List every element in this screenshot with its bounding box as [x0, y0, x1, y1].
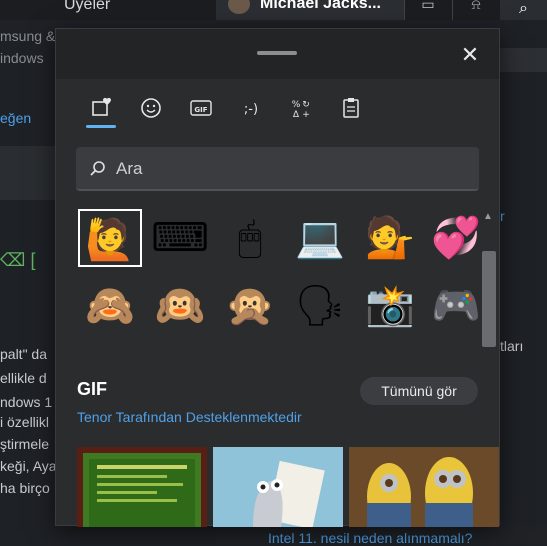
divider [404, 0, 405, 20]
side-link[interactable]: eğen [0, 110, 31, 126]
side-text: indows [0, 50, 44, 66]
svg-text:↻: ↻ [302, 100, 310, 110]
drag-handle[interactable] [257, 51, 297, 55]
emoji-panel: ✕ GIF ;-) % ↻ Δ + Ara 🙋 ⌨ 🖱 💻 💁 💞 🙈 🙉 🙊 … [55, 28, 500, 527]
tab-gif[interactable]: GIF [184, 91, 218, 125]
panel-header[interactable]: ✕ [56, 29, 499, 79]
see-all-button[interactable]: Tümünü gör [360, 377, 478, 405]
active-tab-title: Michael Jacks... [260, 0, 381, 12]
article-line: keği, Aya [0, 458, 57, 474]
svg-text:Δ: Δ [293, 110, 300, 120]
heart-square-icon [92, 97, 111, 116]
gif-thumbnail[interactable] [349, 447, 499, 527]
emoji-person-raising-hand[interactable]: 🙋 [78, 209, 142, 267]
inbox-icon[interactable]: ▭ [408, 0, 448, 20]
gif-thumbnail[interactable] [77, 447, 207, 527]
article-line: palt" da [0, 346, 48, 362]
right-text: tları [500, 338, 524, 354]
emoji-mouse[interactable]: 🖱 [218, 209, 282, 267]
tab-emoji[interactable] [134, 91, 168, 125]
emoji-hear-no-evil[interactable]: 🙉 [148, 277, 212, 335]
tab-kaomoji[interactable]: ;-) [234, 91, 268, 125]
gif-icon: GIF [190, 100, 212, 116]
tab-members[interactable]: Üyeler [64, 0, 110, 14]
divider [452, 0, 453, 20]
article-line: ndows 1 [0, 394, 53, 410]
scroll-up-icon[interactable]: ▲ [483, 211, 493, 222]
emoji-see-no-evil[interactable]: 🙈 [78, 277, 142, 335]
tab-underline [86, 125, 116, 128]
tenor-credit[interactable]: Tenor Tarafından Desteklenmektedir [77, 409, 302, 425]
search-icon [90, 161, 105, 176]
svg-text:;-): ;-) [244, 102, 258, 117]
article-line: i özellikl [0, 414, 50, 430]
gif-section-title: GIF [77, 379, 107, 399]
tab-clipboard[interactable] [334, 91, 368, 125]
svg-text:+: + [302, 110, 310, 120]
bell-icon[interactable]: ⍾ [456, 0, 496, 20]
article-line: ellikle d [0, 370, 47, 386]
kaomoji-icon: ;-) [244, 102, 258, 117]
emoji-revolving-hearts[interactable]: 💞 [424, 209, 488, 267]
emoji-speaking-head[interactable]: 🗣 [288, 277, 352, 335]
search-input[interactable] [116, 155, 456, 183]
article-line: ştirmele [0, 436, 50, 452]
svg-text:GIF: GIF [194, 106, 207, 114]
clipboard-icon [343, 98, 359, 118]
side-block [0, 146, 55, 200]
search-field[interactable] [76, 147, 479, 191]
smiley-icon [141, 98, 161, 118]
scroll-thumb[interactable] [482, 251, 496, 347]
gif-thumbnail[interactable] [213, 447, 343, 527]
emoji-video-game[interactable]: 🎮 [424, 277, 488, 335]
symbols-icon: % ↻ Δ + [292, 100, 310, 120]
emoji-keyboard[interactable]: ⌨ [148, 209, 212, 267]
emoji-speak-no-evil[interactable]: 🙊 [218, 277, 282, 335]
side-text: msung & [0, 28, 56, 44]
svg-text:%: % [292, 100, 301, 110]
emoji-camera-flash[interactable]: 📸 [358, 277, 422, 335]
browser-top-bar: Üyeler Michael Jacks... ▭ ⍾ ⌕ [0, 0, 547, 20]
tab-symbols[interactable]: % ↻ Δ + [284, 91, 318, 125]
article-line: ha birço [0, 480, 50, 496]
emoji-laptop[interactable]: 💻 [288, 209, 352, 267]
right-link[interactable]: r [500, 208, 505, 224]
eraser-icon[interactable]: ⌫ [ [0, 250, 35, 271]
search-icon[interactable]: ⌕ [500, 0, 547, 20]
right-strip [498, 48, 547, 72]
emoji-tipping-hand[interactable]: 💁 [358, 209, 422, 267]
tab-favorites[interactable] [84, 91, 118, 125]
close-button[interactable]: ✕ [452, 41, 488, 69]
